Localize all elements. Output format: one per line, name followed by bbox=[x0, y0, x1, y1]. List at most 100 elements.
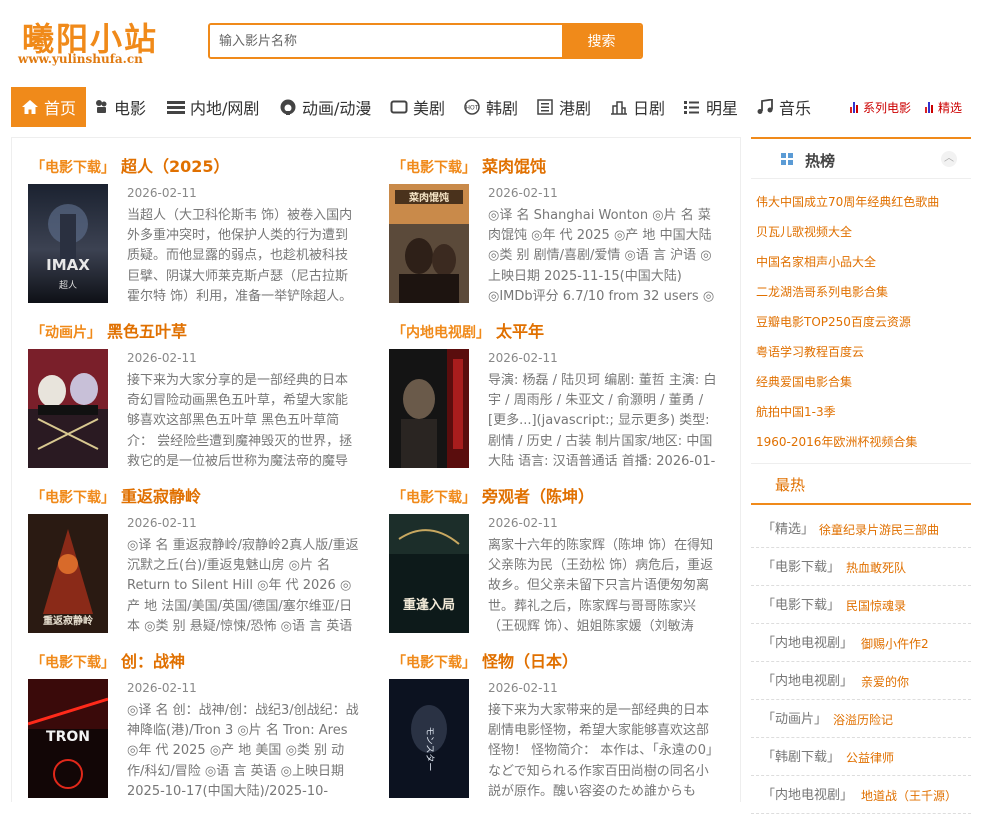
latest-item[interactable]: 「内地电视剧」 地道战（王千源） bbox=[751, 776, 971, 814]
latest-item[interactable]: 「内地电视剧」 御赐小仵作2 bbox=[751, 624, 971, 662]
latest-name: 热血敢死队 bbox=[846, 561, 907, 575]
post-thumbnail[interactable]: TRON bbox=[28, 679, 108, 798]
post-title: 黑色五叶草 bbox=[107, 322, 188, 341]
latest-name: 徐童纪录片游民三部曲 bbox=[819, 523, 940, 537]
post-title-link[interactable]: 「电影下载」 怪物（日本） bbox=[392, 648, 578, 672]
post-date: 2026-02-11 bbox=[127, 351, 197, 365]
hot-list-item[interactable]: 经典爱国电影合集 bbox=[756, 373, 971, 403]
post-title: 重返寂静岭 bbox=[121, 487, 202, 506]
nav-item-home[interactable]: 首页 bbox=[11, 87, 86, 127]
poster-text: 菜肉馄饨 bbox=[408, 191, 449, 204]
post-category: 「电影下载」 bbox=[392, 490, 476, 506]
hot-list-item[interactable]: 二龙湖浩哥系列电影合集 bbox=[756, 283, 971, 313]
post-title-link[interactable]: 「内地电视剧」 太平年 bbox=[392, 318, 544, 342]
collapse-icon[interactable]: ︿ bbox=[941, 151, 957, 167]
nav-label: 港剧 bbox=[559, 99, 592, 118]
post-excerpt: ◎译 名 Shanghai Wonton ◎片 名 菜肉馄饨 ◎年 代 2025… bbox=[488, 208, 715, 304]
nav-label: 美剧 bbox=[413, 99, 446, 118]
post-thumbnail[interactable] bbox=[28, 349, 108, 468]
nav-label: 电影 bbox=[114, 99, 147, 118]
hot-list-item[interactable]: 1960-2016年欧洲杯视频合集 bbox=[756, 433, 971, 463]
latest-name: 地道战（王千源） bbox=[861, 789, 958, 803]
post-title-link[interactable]: 「电影下载」 菜肉馄饨 bbox=[392, 153, 546, 177]
list-icon bbox=[167, 99, 185, 115]
latest-title: 最热 bbox=[775, 476, 806, 494]
search-input[interactable] bbox=[210, 25, 564, 57]
latest-tag: 「内地电视剧」 bbox=[762, 788, 854, 803]
hot-list-item[interactable]: 粤语学习教程百度云 bbox=[756, 343, 971, 373]
post-card: 「电影下载」 创：战神 TRON 2026-02-11 ◎译 名 创：战神/创：战… bbox=[12, 633, 362, 799]
poster-text: 重返寂静岭 bbox=[43, 614, 93, 627]
post-thumbnail[interactable]: IMAX 超人 bbox=[28, 184, 108, 303]
hot-list: 伟大中国成立70周年经典红色歌曲 贝瓦儿歌视频大全 中国名家相声小品大全 二龙湖… bbox=[756, 193, 971, 463]
latest-name: 民国惊魂录 bbox=[846, 599, 907, 613]
post-excerpt: 接下来为大家分享的是一部经典的日本奇幻冒险动画黑色五叶草，希望大家能够喜欢这部黑… bbox=[127, 373, 353, 469]
hot-list-item[interactable]: 豆瓣电影TOP250百度云资源 bbox=[756, 313, 971, 343]
building-icon bbox=[610, 99, 628, 115]
latest-name: 御赐小仵作2 bbox=[861, 637, 929, 651]
latest-tag: 「电影下载」 bbox=[762, 560, 841, 575]
camera-icon bbox=[95, 99, 109, 115]
post-thumbnail[interactable]: 重逢入局 bbox=[389, 514, 469, 633]
latest-item[interactable]: 「韩剧下载」 公益律师 bbox=[751, 738, 971, 776]
latest-name: 浴溢历险记 bbox=[833, 713, 894, 727]
hot-list-item[interactable]: 中国名家相声小品大全 bbox=[756, 253, 971, 283]
nav-item-jp-drama[interactable]: 日剧 bbox=[610, 87, 665, 127]
post-title-link[interactable]: 「电影下载」 重返寂静岭 bbox=[31, 483, 201, 507]
site-logo[interactable]: 曦阳小站 www.yulinshufa.cn bbox=[18, 14, 178, 70]
post-card: 「电影下载」 重返寂静岭 重返寂静岭 2026-02-11 ◎译 名 重返寂静岭/… bbox=[12, 468, 362, 634]
nav-item-movie[interactable]: 电影 bbox=[95, 87, 146, 127]
nav-item-hk-drama[interactable]: 港剧 bbox=[536, 87, 591, 127]
latest-item[interactable]: 「精选」 徐童纪录片游民三部曲 bbox=[751, 510, 971, 548]
nav-label: 动画/动漫 bbox=[302, 99, 372, 118]
post-category: 「电影下载」 bbox=[392, 655, 476, 671]
search-button[interactable]: 搜索 bbox=[562, 25, 641, 57]
latest-item[interactable]: 「动画片」 浴溢历险记 bbox=[751, 700, 971, 738]
latest-item[interactable]: 「内地电视剧」 亲爱的你 bbox=[751, 662, 971, 700]
home-icon bbox=[21, 99, 39, 115]
post-card: 「电影下载」 菜肉馄饨 菜肉馄饨 2026-02-11 ◎译 名 Shanghai… bbox=[373, 138, 723, 304]
post-title-link[interactable]: 「动画片」 黑色五叶草 bbox=[31, 318, 187, 342]
hot-list-item[interactable]: 伟大中国成立70周年经典红色歌曲 bbox=[756, 193, 971, 223]
poster-text: 超人 bbox=[59, 279, 77, 291]
svg-text:HOT: HOT bbox=[466, 105, 479, 112]
latest-tag: 「韩剧下载」 bbox=[762, 750, 841, 765]
nav-item-mainland[interactable]: 内地/网剧 bbox=[167, 87, 259, 127]
post-title-link[interactable]: 「电影下载」 旁观者（陈坤） bbox=[392, 483, 594, 507]
latest-item[interactable]: 「电影下载」 民国惊魂录 bbox=[751, 586, 971, 624]
post-list: 「电影下载」 超人（2025） IMAX 超人 2026-02-11 当超人（大卫… bbox=[11, 137, 741, 802]
logo-url: www.yulinshufa.cn bbox=[18, 52, 143, 66]
post-thumbnail[interactable]: 重返寂静岭 bbox=[28, 514, 108, 633]
post-title-link[interactable]: 「电影下载」 创：战神 bbox=[31, 648, 185, 672]
post-title: 旁观者（陈坤） bbox=[482, 487, 595, 506]
post-thumbnail[interactable]: モンスター bbox=[389, 679, 469, 798]
post-date: 2026-02-11 bbox=[127, 516, 197, 530]
nav-label: 音乐 bbox=[779, 99, 812, 118]
post-title-link[interactable]: 「电影下载」 超人（2025） bbox=[31, 153, 230, 177]
post-excerpt: ◎译 名 重返寂静岭/寂静岭2真人版/重返沉默之丘(台)/重返鬼魅山房 ◎片 名… bbox=[127, 538, 359, 634]
nav-item-anime[interactable]: 动画/动漫 bbox=[279, 87, 371, 127]
poster-text: モンスター bbox=[424, 727, 435, 772]
post-card: 「电影下载」 超人（2025） IMAX 超人 2026-02-11 当超人（大卫… bbox=[12, 138, 362, 304]
latest-tag: 「动画片」 bbox=[762, 712, 828, 727]
latest-item[interactable]: 「电影下载」 热血敢死队 bbox=[751, 548, 971, 586]
hot-list-item[interactable]: 贝瓦儿歌视频大全 bbox=[756, 223, 971, 253]
nav-item-us-drama[interactable]: 美剧 bbox=[390, 87, 445, 127]
nav-item-series-movies[interactable]: 系列电影 bbox=[850, 87, 911, 127]
nav-item-music[interactable]: 音乐 bbox=[756, 87, 811, 127]
nav-item-korean-drama[interactable]: HOT 韩剧 bbox=[463, 87, 518, 127]
post-date: 2026-02-11 bbox=[488, 186, 558, 200]
post-date: 2026-02-11 bbox=[127, 681, 197, 695]
poster-text: TRON bbox=[46, 729, 90, 745]
nav-item-stars[interactable]: 明星 bbox=[683, 87, 738, 127]
post-category: 「电影下载」 bbox=[31, 160, 115, 176]
post-title: 怪物（日本） bbox=[482, 652, 579, 671]
poster-text: 重逢入局 bbox=[403, 597, 455, 613]
post-thumbnail[interactable] bbox=[389, 349, 469, 468]
post-date: 2026-02-11 bbox=[127, 186, 197, 200]
post-title: 创：战神 bbox=[121, 652, 186, 671]
hot-list-item[interactable]: 航拍中国1-3季 bbox=[756, 403, 971, 433]
post-thumbnail[interactable]: 菜肉馄饨 bbox=[389, 184, 469, 303]
nav-item-featured[interactable]: 精选 bbox=[925, 87, 962, 127]
main-nav: 首页 电影 内地/网剧 动画/动漫 美剧 HOT 韩剧 港剧 日剧 明星 音乐 … bbox=[0, 86, 992, 128]
